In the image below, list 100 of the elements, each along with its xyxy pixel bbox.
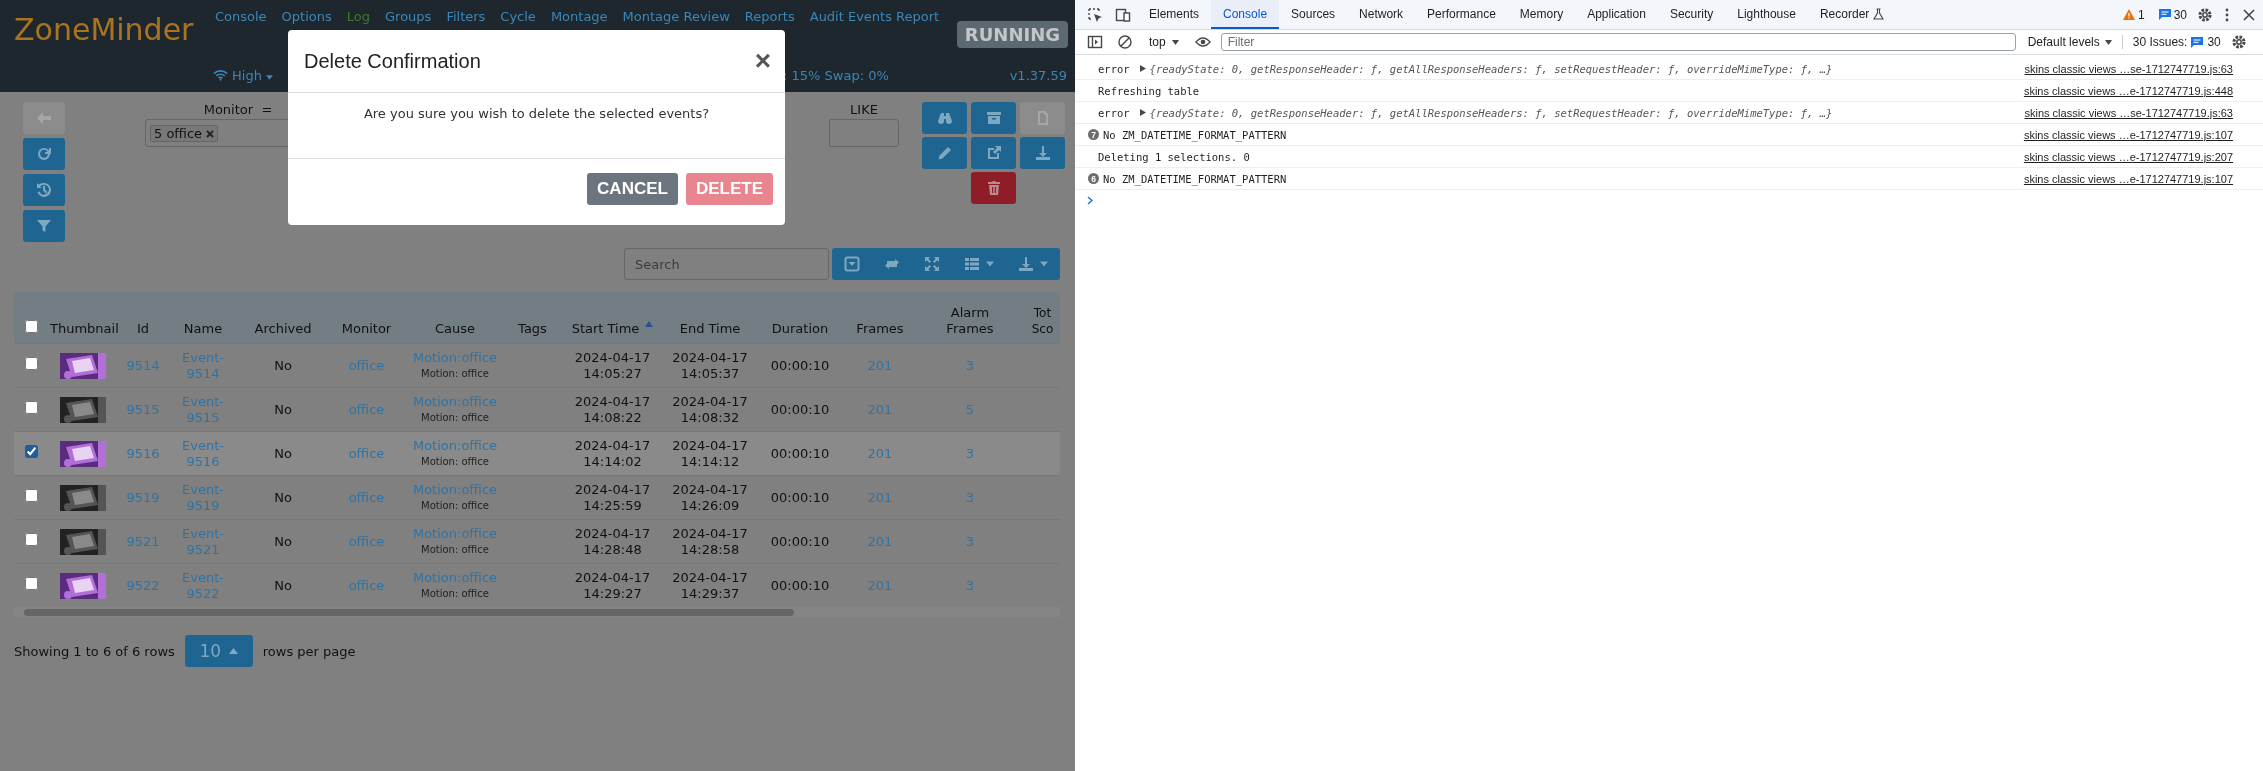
devtools-tab[interactable]: Performance [1415,0,1508,29]
nav-link[interactable]: Console [215,9,267,24]
devtools-tab[interactable]: Elements [1137,0,1212,29]
collapse-icon [844,256,860,272]
settings-icon[interactable] [2197,6,2213,23]
nav-link[interactable]: Montage [550,9,608,24]
close-button[interactable]: × [754,47,771,75]
expand-arrow-icon[interactable] [1139,109,1146,116]
close-icon[interactable] [2241,6,2257,23]
column-header[interactable]: Frames [856,321,904,336]
end-time: 2024-04-17 14:29:37 [671,569,749,602]
devtools-tab[interactable]: Console [1211,0,1280,29]
issues-counter[interactable]: 30 Issues: 30 [2124,35,2229,49]
dialog-message: Are you sure you wish to delete the selected events? [363,106,710,121]
devtools-tab[interactable]: Network [1347,0,1416,29]
devtools-tab[interactable]: Lighthouse [1725,0,1808,29]
page-size-dropdown[interactable]: 10 [184,635,253,667]
console-message: No ZM_DATETIME_FORMAT_PATTERN [1103,172,1287,185]
source-link[interactable]: skins classic views …e-1712747719.js:107 [2023,172,2233,185]
context-dropdown[interactable]: top [1141,35,1193,49]
console-message: No ZM_DATETIME_FORMAT_PATTERN [1103,128,1287,141]
filter-field[interactable]: Filter [1220,33,2016,51]
duration-text: 00:00:10 [770,577,830,593]
start-time: 2024-04-17 14:25:59 [573,481,652,514]
devtools-tab[interactable]: Sources [1279,0,1348,29]
device-toolbar-icon[interactable] [1115,6,1131,23]
nav-link[interactable]: Reports [744,9,795,24]
nav-link[interactable]: Montage Review [622,9,730,24]
row-checkbox[interactable] [24,445,38,458]
nav-link[interactable]: Options [281,9,332,24]
start-time: 2024-04-17 14:14:02 [573,437,652,470]
filter-button[interactable] [23,210,65,242]
archived-text: No [274,577,292,593]
object-preview[interactable]: {readyState: 0, getResponseHeader: ƒ, getAllResponseHeaders: ƒ, setRequestHeader: ƒ, overrideMimeType: ƒ, …} [1149,106,1833,119]
external-link-icon [985,145,1002,161]
row-checkbox[interactable] [24,489,38,502]
scrollbar-thumb[interactable] [24,608,794,616]
reset-button[interactable] [23,174,65,206]
end-time: 2024-04-17 14:14:12 [671,437,749,470]
filter-value-field[interactable] [829,119,899,147]
caret-up-icon [229,648,239,654]
nav-link[interactable]: Groups [385,9,432,24]
devtools-tab[interactable]: Recorder [1807,0,1897,29]
column-header[interactable]: Monitor [341,321,392,336]
clear-console-icon[interactable] [1117,34,1133,50]
column-header[interactable]: Id [136,321,150,336]
prompt-chevron-icon[interactable] [1086,196,1094,205]
row-checkbox[interactable] [24,577,38,590]
column-header[interactable]: End Time [679,321,741,336]
search-field[interactable]: Search [624,248,829,280]
warnings-counter[interactable]: 1 [2118,7,2149,22]
download-button[interactable] [1020,137,1065,169]
devtools-tab[interactable]: Security [1657,0,1726,29]
horizontal-scrollbar[interactable] [14,607,1060,617]
eye-icon[interactable] [1194,34,1211,50]
inspect-icon[interactable] [1087,6,1103,23]
caret-icon [266,74,273,80]
log-levels-dropdown[interactable]: Default levels [2027,35,2123,49]
column-header[interactable]: Duration [771,321,829,336]
nav-link[interactable]: Filters [446,9,486,24]
select-all-checkbox[interactable] [24,320,38,333]
nav-link[interactable]: Log [346,9,370,24]
row-checkbox[interactable] [24,357,38,370]
delete-button[interactable] [971,172,1016,204]
devtools-tab[interactable]: Memory [1507,0,1576,29]
row-checkbox[interactable] [24,533,38,546]
expand-arrow-icon[interactable] [1139,65,1146,72]
remove-icon[interactable] [206,129,215,138]
view-button[interactable] [922,102,967,134]
sync-icon [884,256,900,272]
column-header[interactable]: Tags [518,321,547,336]
bandwidth-dropdown[interactable]: High [232,67,273,83]
nav-link[interactable]: Cycle [500,9,536,24]
monitor-tag[interactable]: 5 office [150,124,219,142]
download-icon [1018,256,1034,272]
column-header[interactable]: Name [183,321,223,336]
settings-icon[interactable] [2230,34,2247,50]
devtools-tab[interactable]: Application [1575,0,1658,29]
open-button[interactable] [971,137,1016,169]
column-header[interactable]: Archived [254,321,312,336]
source-link[interactable]: skins classic views …e-1712747719.js:107 [2023,128,2233,141]
source-link[interactable]: skins classic views …se-1712747719.js:63 [2024,62,2233,75]
messages-counter[interactable]: 30 [2154,7,2191,22]
column-header[interactable]: Cause [434,321,476,336]
source-link[interactable]: skins classic views …e-1712747719.js:448 [2023,84,2233,97]
end-time: 2024-04-17 14:28:58 [671,525,749,558]
nav-link[interactable]: Audit Events Report [809,9,940,24]
row-checkbox[interactable] [24,401,38,414]
app-logo[interactable]: ZoneMinder [0,0,215,47]
refresh-button[interactable] [23,138,65,170]
download-icon [1034,145,1051,161]
dialog-title: Delete Confirmation [304,49,481,73]
cancel-button[interactable]: CANCEL [587,173,678,205]
object-preview[interactable]: {readyState: 0, getResponseHeader: ƒ, getAllResponseHeaders: ƒ, setRequestHeader: ƒ, overrideMimeType: ƒ, …} [1149,62,1833,75]
archive-button[interactable] [971,102,1016,134]
sidebar-toggle-icon[interactable] [1087,34,1103,50]
column-header[interactable]: Start Time [571,321,640,336]
source-link[interactable]: skins classic views …se-1712747719.js:63 [2024,106,2233,119]
source-link[interactable]: skins classic views …e-1712747719.js:207 [2023,150,2233,163]
edit-button[interactable] [922,137,967,169]
